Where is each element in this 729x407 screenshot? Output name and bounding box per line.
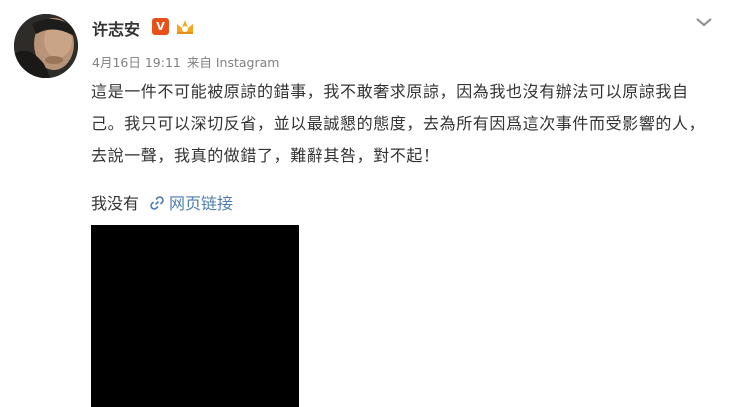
avatar[interactable]: [14, 14, 78, 78]
web-link[interactable]: 网页链接: [169, 194, 233, 213]
post-timestamp[interactable]: 4月16日 19:11: [92, 55, 181, 70]
post-content: 這是一件不可能被原諒的錯事，我不敢奢求原諒，因為我也沒有辦法可以原諒我自己。我只…: [91, 82, 706, 165]
post-meta: 4月16日 19:11 来自 Instagram: [92, 52, 279, 71]
user-name[interactable]: 许志安: [92, 16, 140, 40]
chevron-down-icon[interactable]: [695, 14, 713, 28]
post-source[interactable]: 来自 Instagram: [187, 55, 280, 70]
media-image[interactable]: [91, 225, 299, 407]
topic-text: 我没有: [91, 194, 140, 213]
verified-icon: V: [152, 18, 169, 35]
link-row: 我没有 网页链接: [91, 193, 233, 215]
link-icon[interactable]: [149, 195, 165, 211]
member-badge-icon[interactable]: [174, 16, 196, 36]
weibo-post: 许志安 V 4月16日 19:11 来自 Instagram 這是一件不可能被原諒…: [0, 0, 729, 407]
